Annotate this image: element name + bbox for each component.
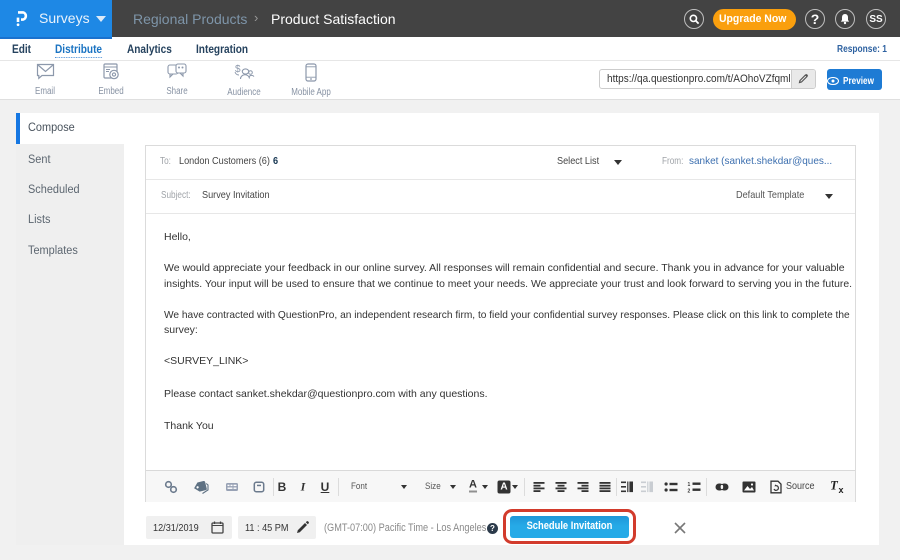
svg-text:2: 2 [688, 489, 691, 493]
svg-text:1: 1 [688, 482, 691, 488]
